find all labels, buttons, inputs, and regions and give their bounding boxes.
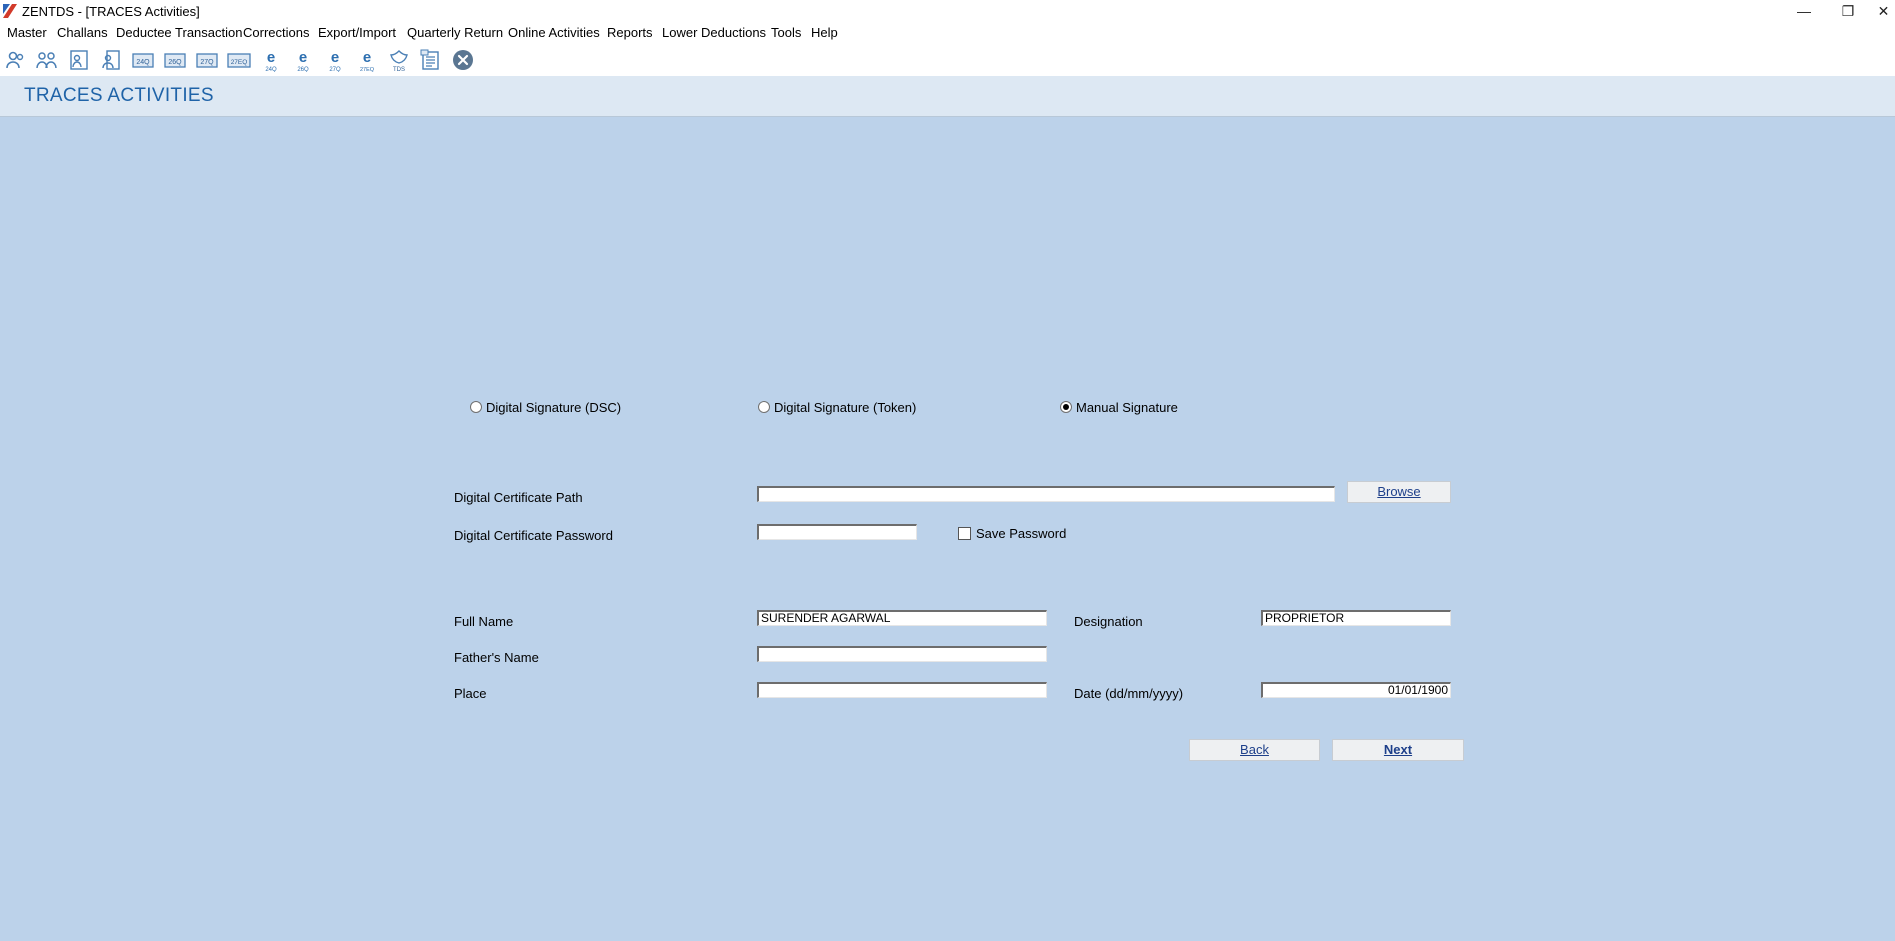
radio-button-selected[interactable] [1060,401,1072,413]
e-26q-icon[interactable]: e 26Q [291,48,315,73]
full-name-input[interactable]: SURENDER AGARWAL [757,610,1047,626]
menu-tools[interactable]: Tools [771,25,801,40]
radio-button[interactable] [470,401,482,413]
report-icon[interactable] [419,48,443,72]
father-name-input[interactable] [757,646,1047,662]
certificate-password-input[interactable] [757,524,917,540]
designation-label: Designation [1074,614,1143,629]
date-label: Date (dd/mm/yyyy) [1074,686,1184,701]
menu-export-import[interactable]: Export/Import [318,25,396,40]
page-title: TRACES ACTIVITIES [24,85,214,106]
back-button-label: Back [1240,742,1269,757]
next-button-label: Next [1383,742,1413,757]
toolbar: 24Q 26Q 27Q 27EQ e 24Q e 26Q e 27Q e 27EQ TD… [0,44,1895,76]
app-logo-icon [3,4,17,18]
deductor-icon[interactable] [4,48,28,72]
menu-help[interactable]: Help [811,25,838,40]
radio-manual-signature[interactable]: Manual Signature [1060,400,1178,416]
designation-input[interactable]: PROPRIETOR [1261,610,1451,626]
menu-master[interactable]: Master [7,25,47,40]
radio-digital-signature-token[interactable]: Digital Signature (Token) [758,400,916,416]
radio-button[interactable] [758,401,770,413]
place-label: Place [454,686,487,701]
certificate-path-label: Digital Certificate Path [454,490,583,505]
e-27q-icon[interactable]: e 27Q [323,48,347,73]
date-input[interactable]: 01/01/1900 [1261,682,1451,698]
minimize-button[interactable]: — [1786,0,1822,22]
back-button[interactable]: Back [1189,739,1320,761]
menu-deductee-transaction[interactable]: Deductee Transaction [116,25,242,40]
svg-text:e: e [331,49,339,66]
form-24q-icon[interactable]: 24Q [131,48,155,72]
svg-text:26Q: 26Q [297,67,309,72]
menu-bar: Master Challans Deductee Transaction Cor… [0,22,1895,45]
close-window-button[interactable]: ✕ [1872,0,1895,22]
place-input[interactable] [757,682,1047,698]
browse-button[interactable]: Browse [1347,481,1451,503]
svg-text:24Q: 24Q [265,67,277,72]
e-27eq-icon[interactable]: e 27EQ [355,48,379,73]
full-name-label: Full Name [454,614,514,629]
svg-text:e: e [299,49,307,66]
radio-label: Digital Signature (DSC) [486,400,622,415]
svg-text:e: e [267,49,275,66]
svg-text:27EQ: 27EQ [231,59,248,66]
title-bar: ZENTDS - [TRACES Activities] — ❐ ✕ [0,0,1895,22]
radio-label: Manual Signature [1076,400,1178,415]
svg-text:TDS: TDS [393,67,405,72]
svg-text:e: e [363,49,371,66]
employee-icon[interactable] [67,48,91,72]
svg-text:24Q: 24Q [136,59,150,66]
browse-button-label: Browse [1377,484,1421,499]
form-26q-icon[interactable]: 26Q [163,48,187,72]
page-header: TRACES ACTIVITIES [0,76,1895,117]
radio-label: Digital Signature (Token) [774,400,917,415]
form-27eq-icon[interactable]: 27EQ [227,48,251,72]
svg-text:27EQ: 27EQ [360,67,375,72]
certificate-path-input[interactable] [757,486,1335,502]
form-27q-icon[interactable]: 27Q [195,48,219,72]
restore-button[interactable]: ❐ [1830,0,1866,22]
svg-text:27Q: 27Q [329,67,341,72]
save-password-label: Save Password [976,526,1067,541]
radio-digital-signature-dsc[interactable]: Digital Signature (DSC) [470,400,621,416]
svg-text:27Q: 27Q [200,59,214,66]
menu-quarterly-return[interactable]: Quarterly Return [407,25,503,40]
deductees-icon[interactable] [35,48,59,72]
menu-online-activities[interactable]: Online Activities [508,25,600,40]
next-button[interactable]: Next [1332,739,1464,761]
window-title: ZENTDS - [TRACES Activities] [22,4,200,19]
menu-corrections[interactable]: Corrections [243,25,309,40]
father-name-label: Father's Name [454,650,539,665]
svg-text:26Q: 26Q [168,59,182,66]
certificate-password-label: Digital Certificate Password [454,528,613,543]
menu-challans[interactable]: Challans [57,25,108,40]
e-24q-icon[interactable]: e 24Q [259,48,283,73]
tds-logo-icon[interactable]: TDS [387,48,411,73]
menu-reports[interactable]: Reports [607,25,653,40]
save-password-checkbox[interactable] [958,527,971,540]
employee-alt-icon[interactable] [99,48,123,72]
menu-lower-deductions[interactable]: Lower Deductions [662,25,766,40]
close-circle-icon[interactable] [451,48,475,72]
